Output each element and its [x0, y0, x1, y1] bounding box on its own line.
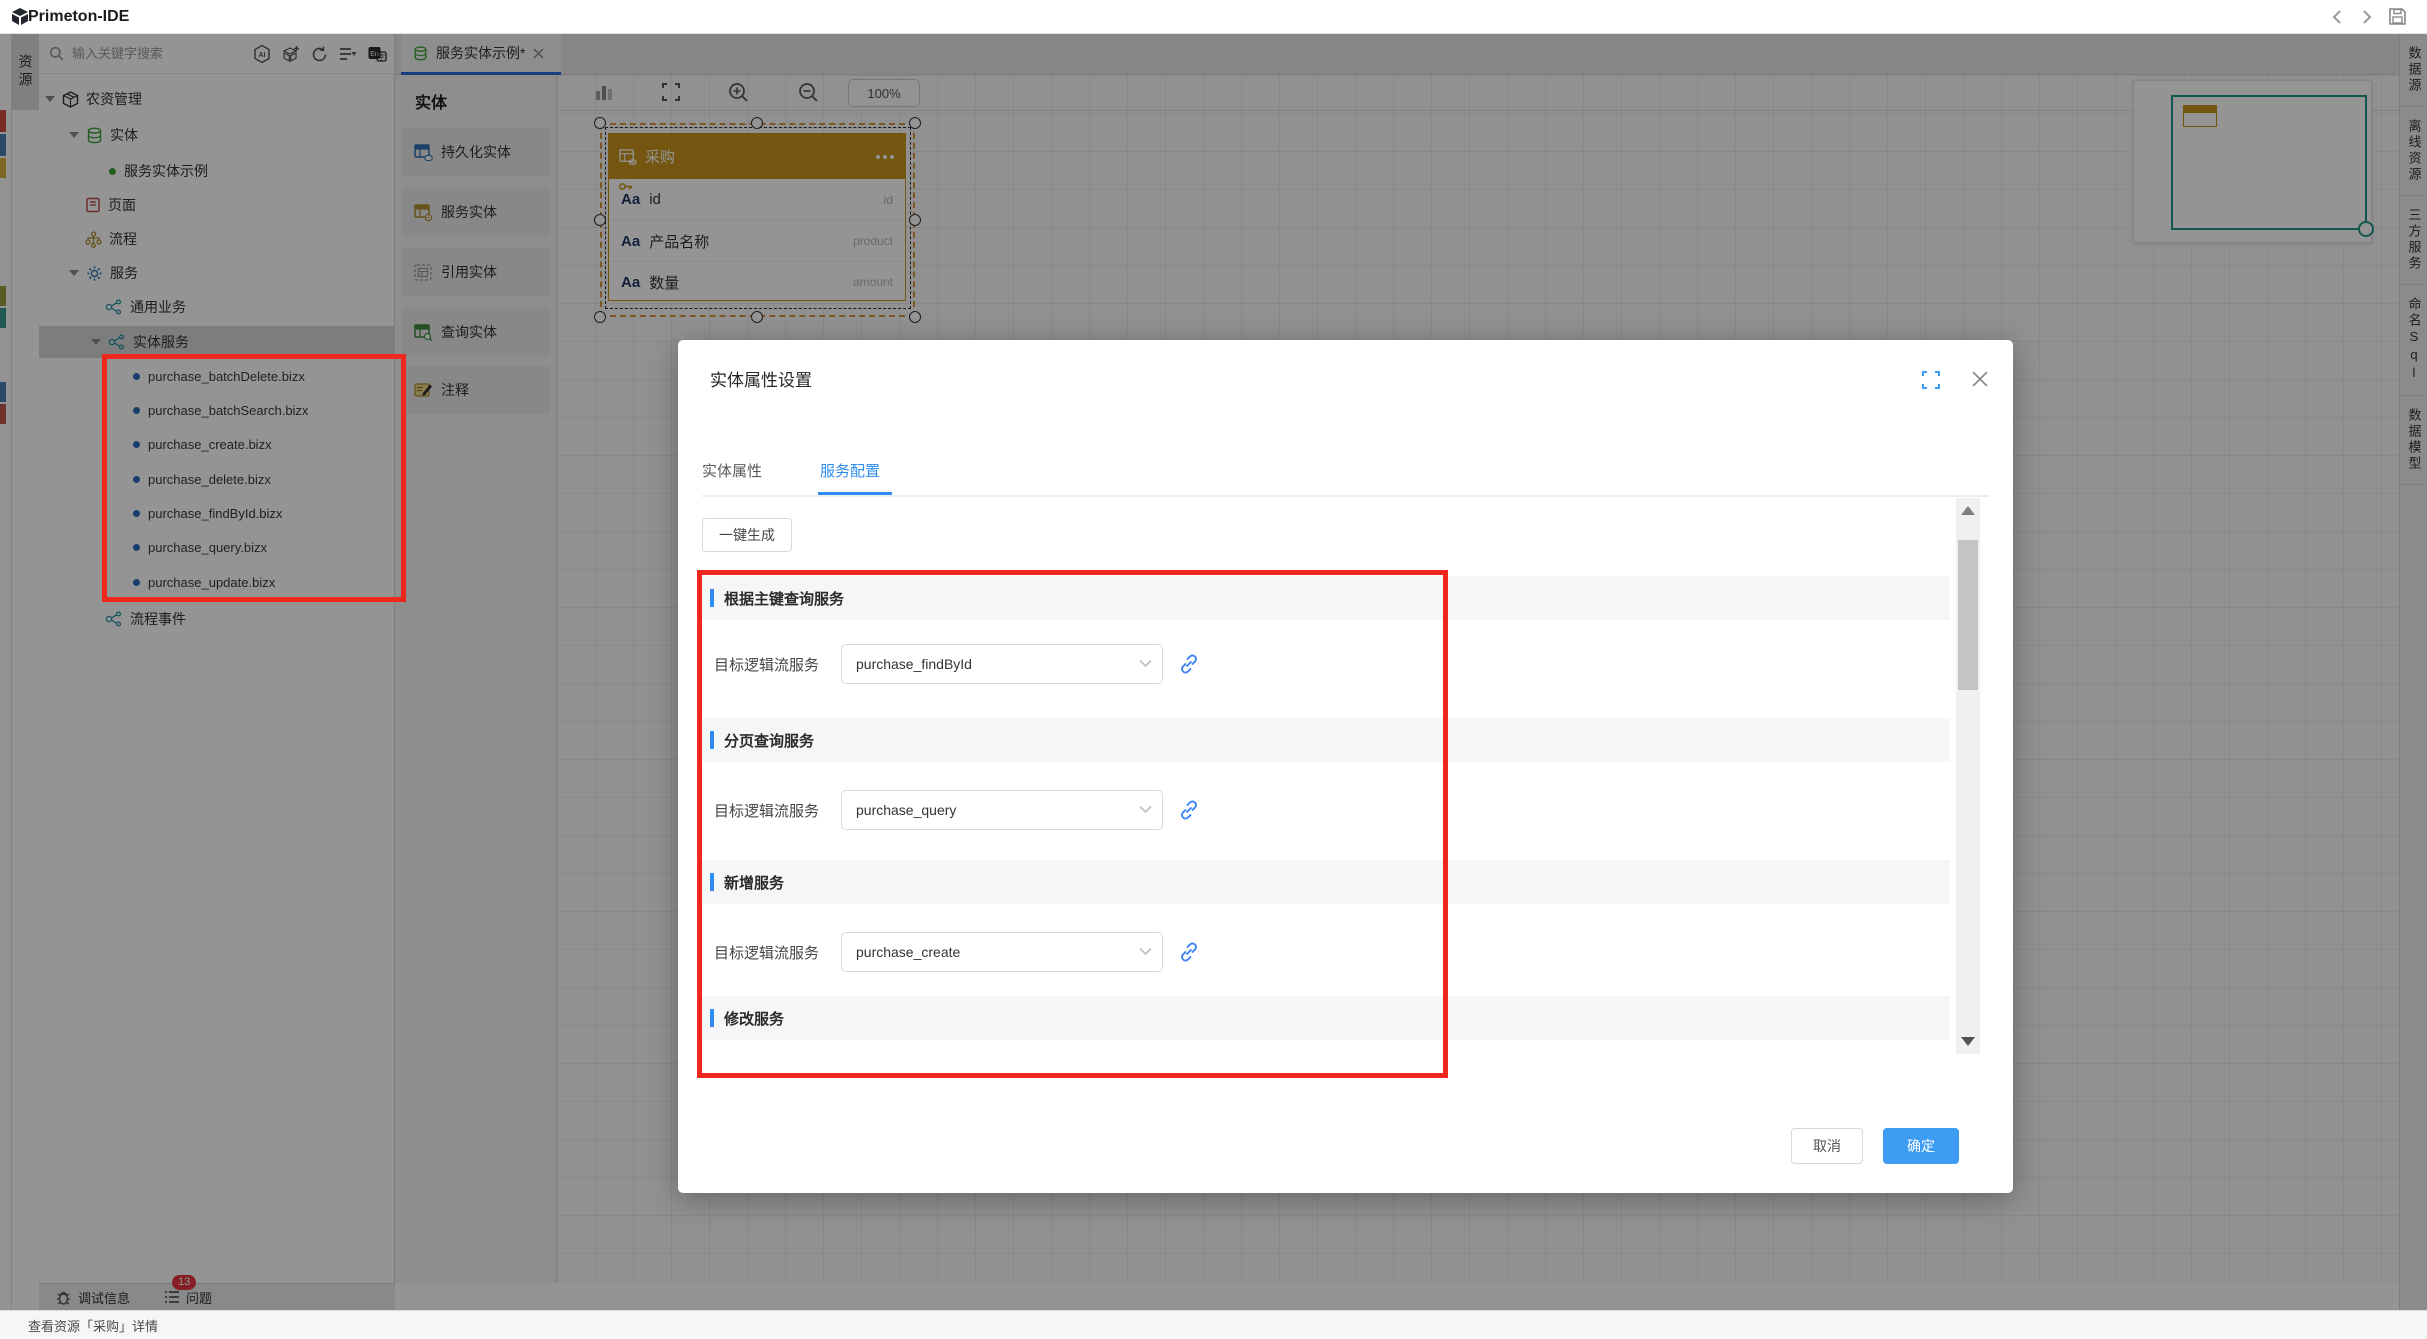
title-bar: Primeton-IDE [0, 0, 2427, 34]
dialog-title: 实体属性设置 [710, 366, 812, 391]
scroll-down-icon[interactable] [1961, 1037, 1975, 1046]
one-click-generate-button[interactable]: 一键生成 [702, 518, 792, 552]
app-logo-icon [10, 7, 30, 27]
cancel-button[interactable]: 取消 [1791, 1128, 1863, 1164]
scroll-up-icon[interactable] [1961, 506, 1975, 515]
save-icon[interactable] [2388, 7, 2407, 26]
ok-button[interactable]: 确定 [1883, 1128, 1959, 1164]
annotation-box-service-config [697, 570, 1448, 1078]
dialog-tab-service-config[interactable]: 服务配置 [820, 460, 880, 481]
dialog-tab-entity-properties[interactable]: 实体属性 [702, 460, 762, 481]
dialog-scrollbar[interactable] [1956, 498, 1980, 1054]
primeton-ide-window: Primeton-IDE 资源 AI [0, 0, 2427, 1339]
nav-forward-icon[interactable] [2357, 8, 2375, 26]
app-title: Primeton-IDE [28, 8, 129, 26]
tab-divider [702, 495, 1989, 497]
close-icon[interactable] [1970, 369, 1990, 389]
annotation-box-tree-services [102, 354, 406, 602]
status-bar: 查看资源「采购」详情 [0, 1310, 2427, 1339]
nav-back-icon[interactable] [2329, 8, 2347, 26]
scrollbar-thumb[interactable] [1958, 540, 1978, 690]
maximize-icon[interactable] [1921, 370, 1941, 390]
status-text: 查看资源「采购」详情 [28, 1316, 158, 1335]
